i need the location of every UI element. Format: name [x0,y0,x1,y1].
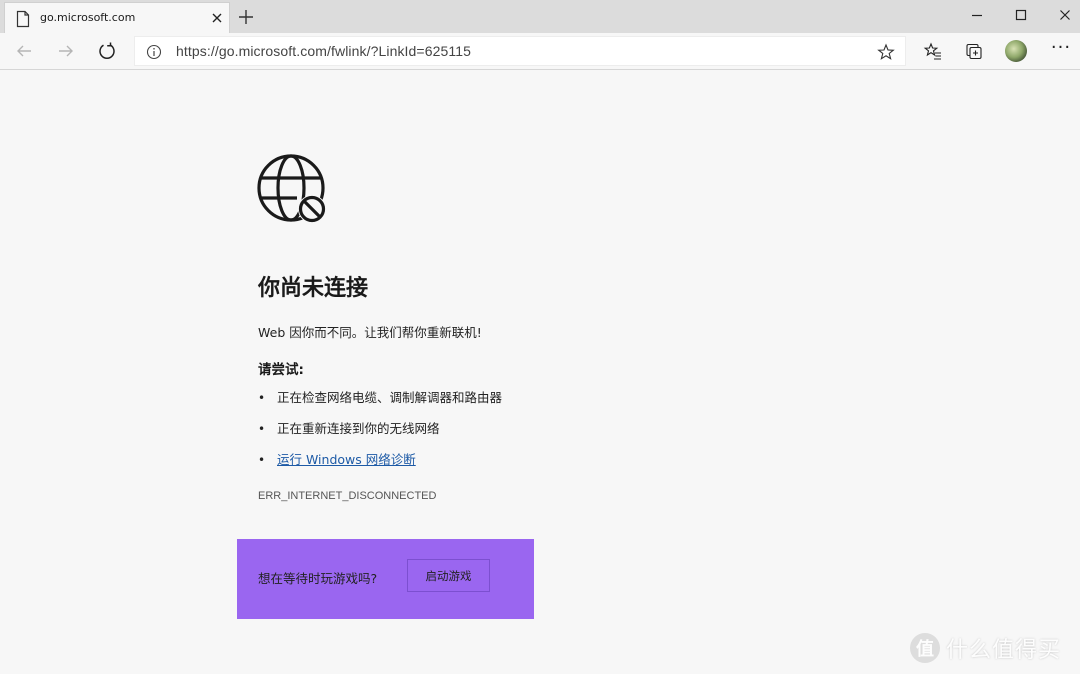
minimize-icon [972,14,982,17]
collections-button[interactable] [961,38,987,64]
watermark-text: 什么值得买 [946,638,1062,663]
suggestions-list: • 正在检查网络电缆、调制解调器和路由器 • 正在重新连接到你的无线网络 • 运… [258,389,502,482]
back-button[interactable] [9,37,39,65]
new-tab-button[interactable] [232,4,260,30]
bullet-icon: • [258,422,266,436]
url-text[interactable]: https://go.microsoft.com/fwlink/?LinkId=… [176,43,471,59]
game-prompt: 想在等待时玩游戏吗? [258,571,378,586]
tab-title: go.microsoft.com [40,11,136,24]
maximize-icon [1015,9,1027,21]
list-item: • 正在重新连接到你的无线网络 [258,420,502,451]
favorites-list-icon [923,42,941,60]
address-bar[interactable]: https://go.microsoft.com/fwlink/?LinkId=… [134,36,906,66]
forward-button[interactable] [51,37,81,65]
tab-strip: go.microsoft.com [0,0,1080,33]
error-code: ERR_INTERNET_DISCONNECTED [258,490,437,502]
more-menu-button[interactable]: ··· [1048,39,1074,62]
suggestion-text: 正在重新连接到你的无线网络 [277,421,440,436]
minimize-button[interactable] [954,0,1000,30]
collections-icon [966,43,982,60]
browser-tab[interactable]: go.microsoft.com [4,2,230,33]
refresh-button[interactable] [92,37,122,65]
bullet-icon: • [258,391,266,405]
plus-icon [239,10,253,24]
back-arrow-icon [17,45,31,57]
forward-arrow-icon [59,45,73,57]
suggestion-text: 正在检查网络电缆、调制解调器和路由器 [277,390,503,405]
watermark-logo: 值 [910,633,940,663]
window-close-button[interactable] [1042,0,1080,30]
star-icon[interactable] [877,43,895,61]
favorites-list-button[interactable] [920,38,946,64]
close-icon [1060,10,1070,20]
refresh-icon [99,42,115,59]
subtitle-text: Web 因你而不同。让我们帮你重新联机! [258,325,482,340]
watermark: 值 什么值得买 [910,632,1061,664]
avatar[interactable] [1005,40,1027,62]
page-title: 你尚未连接 [258,276,369,301]
maximize-button[interactable] [998,0,1044,30]
list-item: • 运行 Windows 网络诊断 [258,451,502,482]
globe-no-connection-icon [257,154,329,226]
browser-toolbar: https://go.microsoft.com/fwlink/?LinkId=… [0,33,1080,70]
try-label: 请尝试: [258,362,304,378]
info-icon[interactable] [146,44,162,60]
start-game-button[interactable]: 启动游戏 [407,559,490,592]
page-icon [15,10,31,28]
bullet-icon: • [258,453,266,467]
tab-close-icon[interactable] [208,9,226,27]
list-item: • 正在检查网络电缆、调制解调器和路由器 [258,389,502,420]
game-promo-box: 想在等待时玩游戏吗? 启动游戏 [237,539,534,619]
network-diagnostics-link[interactable]: 运行 Windows 网络诊断 [277,452,416,467]
